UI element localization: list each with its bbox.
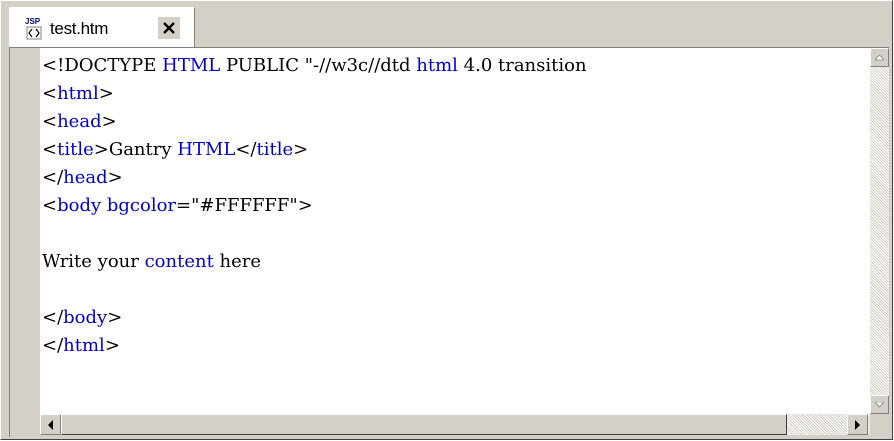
code-keyword: html bbox=[416, 55, 458, 76]
code-text: > bbox=[293, 139, 309, 160]
code-text: > bbox=[101, 111, 117, 132]
code-line: <body bgcolor="#FFFFFF"> bbox=[42, 192, 313, 220]
code-text: here bbox=[213, 251, 262, 272]
code-keyword: title bbox=[256, 139, 294, 160]
code-text: > bbox=[98, 83, 114, 104]
code-keyword: html bbox=[63, 335, 105, 356]
close-tab-button[interactable] bbox=[158, 17, 180, 39]
code-text: > bbox=[107, 167, 123, 188]
code-text: Write your bbox=[42, 251, 145, 272]
code-keyword: head bbox=[63, 167, 108, 188]
code-line: <html> bbox=[42, 80, 114, 108]
scroll-left-button[interactable] bbox=[40, 414, 61, 435]
code-keyword: body bbox=[63, 307, 108, 328]
code-text: < bbox=[42, 195, 58, 216]
code-keyword: HTML bbox=[162, 55, 221, 76]
code-keyword: html bbox=[57, 83, 99, 104]
scroll-right-button[interactable] bbox=[847, 414, 868, 435]
horizontal-scroll-thumb[interactable] bbox=[61, 414, 787, 435]
arrow-right-icon bbox=[854, 419, 860, 430]
tab-label: test.htm bbox=[50, 19, 109, 38]
code-keyword: content bbox=[144, 251, 214, 272]
scroll-up-button[interactable] bbox=[870, 48, 889, 67]
code-keyword: body bgcolor bbox=[57, 195, 177, 216]
code-line: <title>Gantry HTML</title> bbox=[42, 136, 308, 164]
code-editor[interactable]: <!DOCTYPE HTML PUBLIC "-//w3c//dtd html … bbox=[40, 48, 870, 414]
scroll-down-button[interactable] bbox=[870, 395, 889, 414]
code-text: </ bbox=[235, 139, 257, 160]
code-keyword: HTML bbox=[177, 139, 236, 160]
code-text: > bbox=[104, 335, 120, 356]
code-text: >Gantry bbox=[93, 139, 178, 160]
horizontal-scrollbar[interactable] bbox=[40, 414, 870, 435]
code-text: </ bbox=[42, 307, 64, 328]
code-text: < bbox=[42, 111, 58, 132]
code-keyword: head bbox=[57, 111, 102, 132]
scrollbar-corner bbox=[870, 414, 889, 435]
editor-window: JSP test.htm <!DOCTYPE HTML PUBLIC "-//w… bbox=[0, 0, 893, 440]
tab-test-htm[interactable]: JSP test.htm bbox=[9, 7, 195, 47]
close-icon bbox=[163, 22, 175, 34]
arrow-up-icon bbox=[875, 54, 884, 60]
code-text: > bbox=[107, 307, 123, 328]
arrow-left-icon bbox=[47, 419, 53, 430]
jsp-file-icon: JSP bbox=[24, 16, 46, 42]
vertical-scrollbar[interactable] bbox=[870, 48, 889, 414]
code-text: </ bbox=[42, 167, 64, 188]
code-text: </ bbox=[42, 335, 64, 356]
code-line: Write your content here bbox=[42, 248, 261, 276]
code-line: </html> bbox=[42, 332, 120, 360]
editor-gutter bbox=[10, 48, 40, 435]
code-line: </body> bbox=[42, 304, 122, 332]
code-line: <head> bbox=[42, 108, 117, 136]
code-line: </head> bbox=[42, 164, 123, 192]
arrow-down-icon bbox=[875, 401, 884, 408]
code-text: 4.0 transition bbox=[457, 55, 587, 76]
code-text: ="#FFFFFF"> bbox=[176, 195, 313, 216]
code-text: <!DOCTYPE bbox=[42, 55, 163, 76]
code-line: <!DOCTYPE HTML PUBLIC "-//w3c//dtd html … bbox=[42, 52, 587, 80]
code-text: < bbox=[42, 83, 58, 104]
code-text: < bbox=[42, 139, 58, 160]
code-text: PUBLIC "-//w3c//dtd bbox=[220, 55, 417, 76]
jsp-badge-text: JSP bbox=[25, 17, 41, 26]
code-keyword: title bbox=[57, 139, 94, 160]
